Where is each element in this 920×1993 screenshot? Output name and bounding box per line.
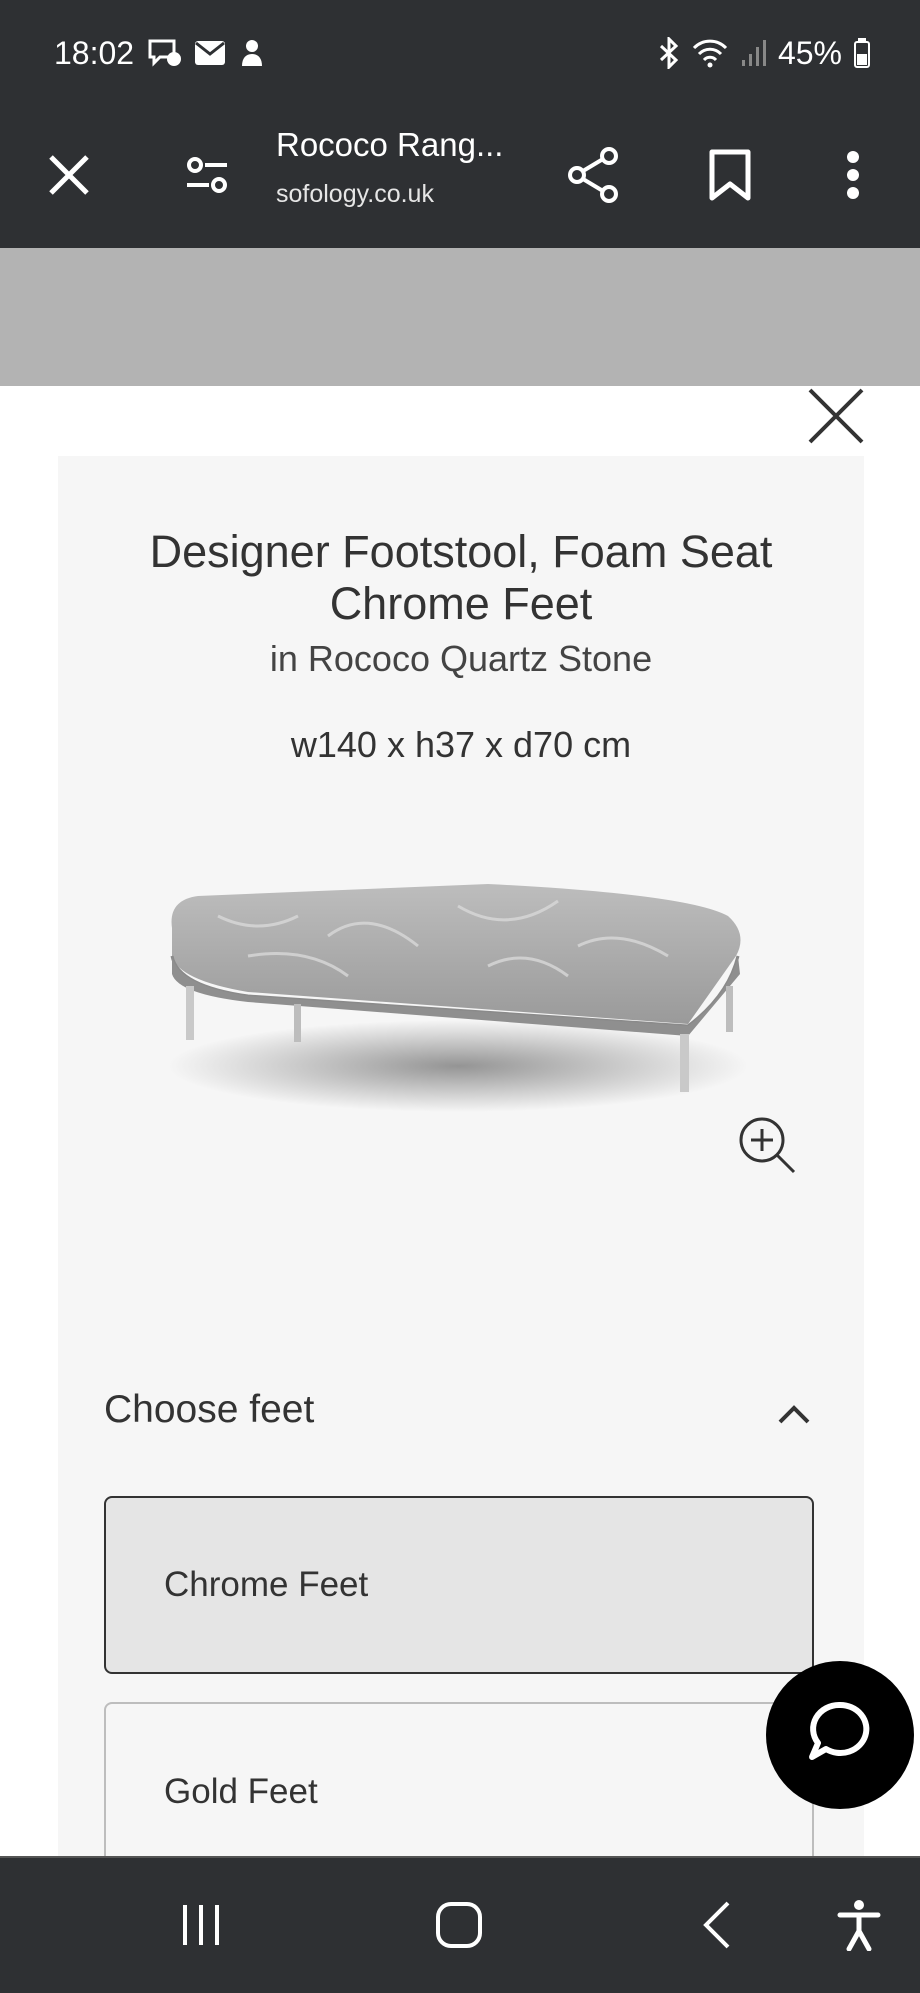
battery-text: 45% [777, 34, 842, 71]
accessibility-button[interactable] [824, 1892, 894, 1962]
feet-option-gold[interactable]: Gold Feet [104, 1702, 814, 1882]
product-title-line1: Designer Footstool, Foam Seat [149, 526, 773, 577]
product-title: Designer Footstool, Foam Seat Chrome Fee… [58, 526, 864, 630]
accessibility-icon [837, 1899, 881, 1956]
collapse-feet-button[interactable] [774, 1394, 814, 1434]
close-icon [806, 388, 866, 450]
feet-option-label: Chrome Feet [164, 1565, 369, 1604]
recent-apps-icon [179, 1903, 223, 1952]
close-icon [47, 153, 91, 202]
home-button[interactable] [424, 1892, 494, 1962]
modal-backdrop[interactable] [0, 248, 920, 386]
product-subtitle: in Rococo Quartz Stone [269, 638, 653, 679]
more-vertical-icon [846, 150, 860, 205]
status-time: 18:02 [54, 34, 135, 71]
close-tab-button[interactable] [34, 142, 104, 212]
product-title-line2: Chrome Feet [329, 578, 593, 629]
battery-icon [854, 38, 870, 68]
feet-option-label: Gold Feet [164, 1772, 318, 1811]
system-nav-bar [0, 1856, 920, 1993]
bluetooth-icon [658, 37, 680, 69]
status-right: 45% [658, 35, 870, 72]
share-button[interactable] [558, 142, 628, 212]
messenger-icon [146, 37, 182, 69]
mail-icon [194, 40, 226, 66]
chat-button[interactable] [766, 1661, 914, 1809]
choose-feet-title[interactable]: Choose feet [104, 1388, 314, 1432]
signal-icon [740, 38, 766, 68]
status-left: 18:02 [54, 35, 266, 72]
bookmark-icon [709, 149, 751, 206]
more-menu-button[interactable] [818, 142, 888, 212]
status-bar: 18:02 45% [0, 0, 920, 106]
product-card: Designer Footstool, Foam Seat Chrome Fee… [58, 456, 864, 1882]
product-dimensions: w140 x h37 x d70 cm [290, 724, 632, 765]
product-image[interactable] [128, 876, 788, 1136]
feet-option-chrome[interactable]: Chrome Feet [104, 1496, 814, 1674]
browser-toolbar: Rococo Rang... sofology.co.uk [0, 106, 920, 248]
page-url[interactable]: sofology.co.uk [276, 180, 434, 209]
modal-close-button[interactable] [806, 386, 866, 446]
notification-icon [238, 38, 266, 68]
home-icon [435, 1901, 483, 1954]
chat-bubble-icon [802, 1695, 878, 1776]
bookmark-button[interactable] [695, 142, 765, 212]
back-button[interactable] [682, 1892, 752, 1962]
wifi-icon [692, 38, 728, 68]
back-icon [702, 1901, 732, 1954]
page-settings-button[interactable] [172, 142, 242, 212]
zoom-button[interactable] [736, 1114, 798, 1176]
share-icon [565, 146, 621, 209]
recent-apps-button[interactable] [166, 1892, 236, 1962]
chevron-up-icon [774, 1405, 814, 1438]
page-title[interactable]: Rococo Rang... [276, 126, 503, 164]
page-settings-icon [183, 155, 231, 200]
zoom-in-icon [736, 1117, 798, 1180]
